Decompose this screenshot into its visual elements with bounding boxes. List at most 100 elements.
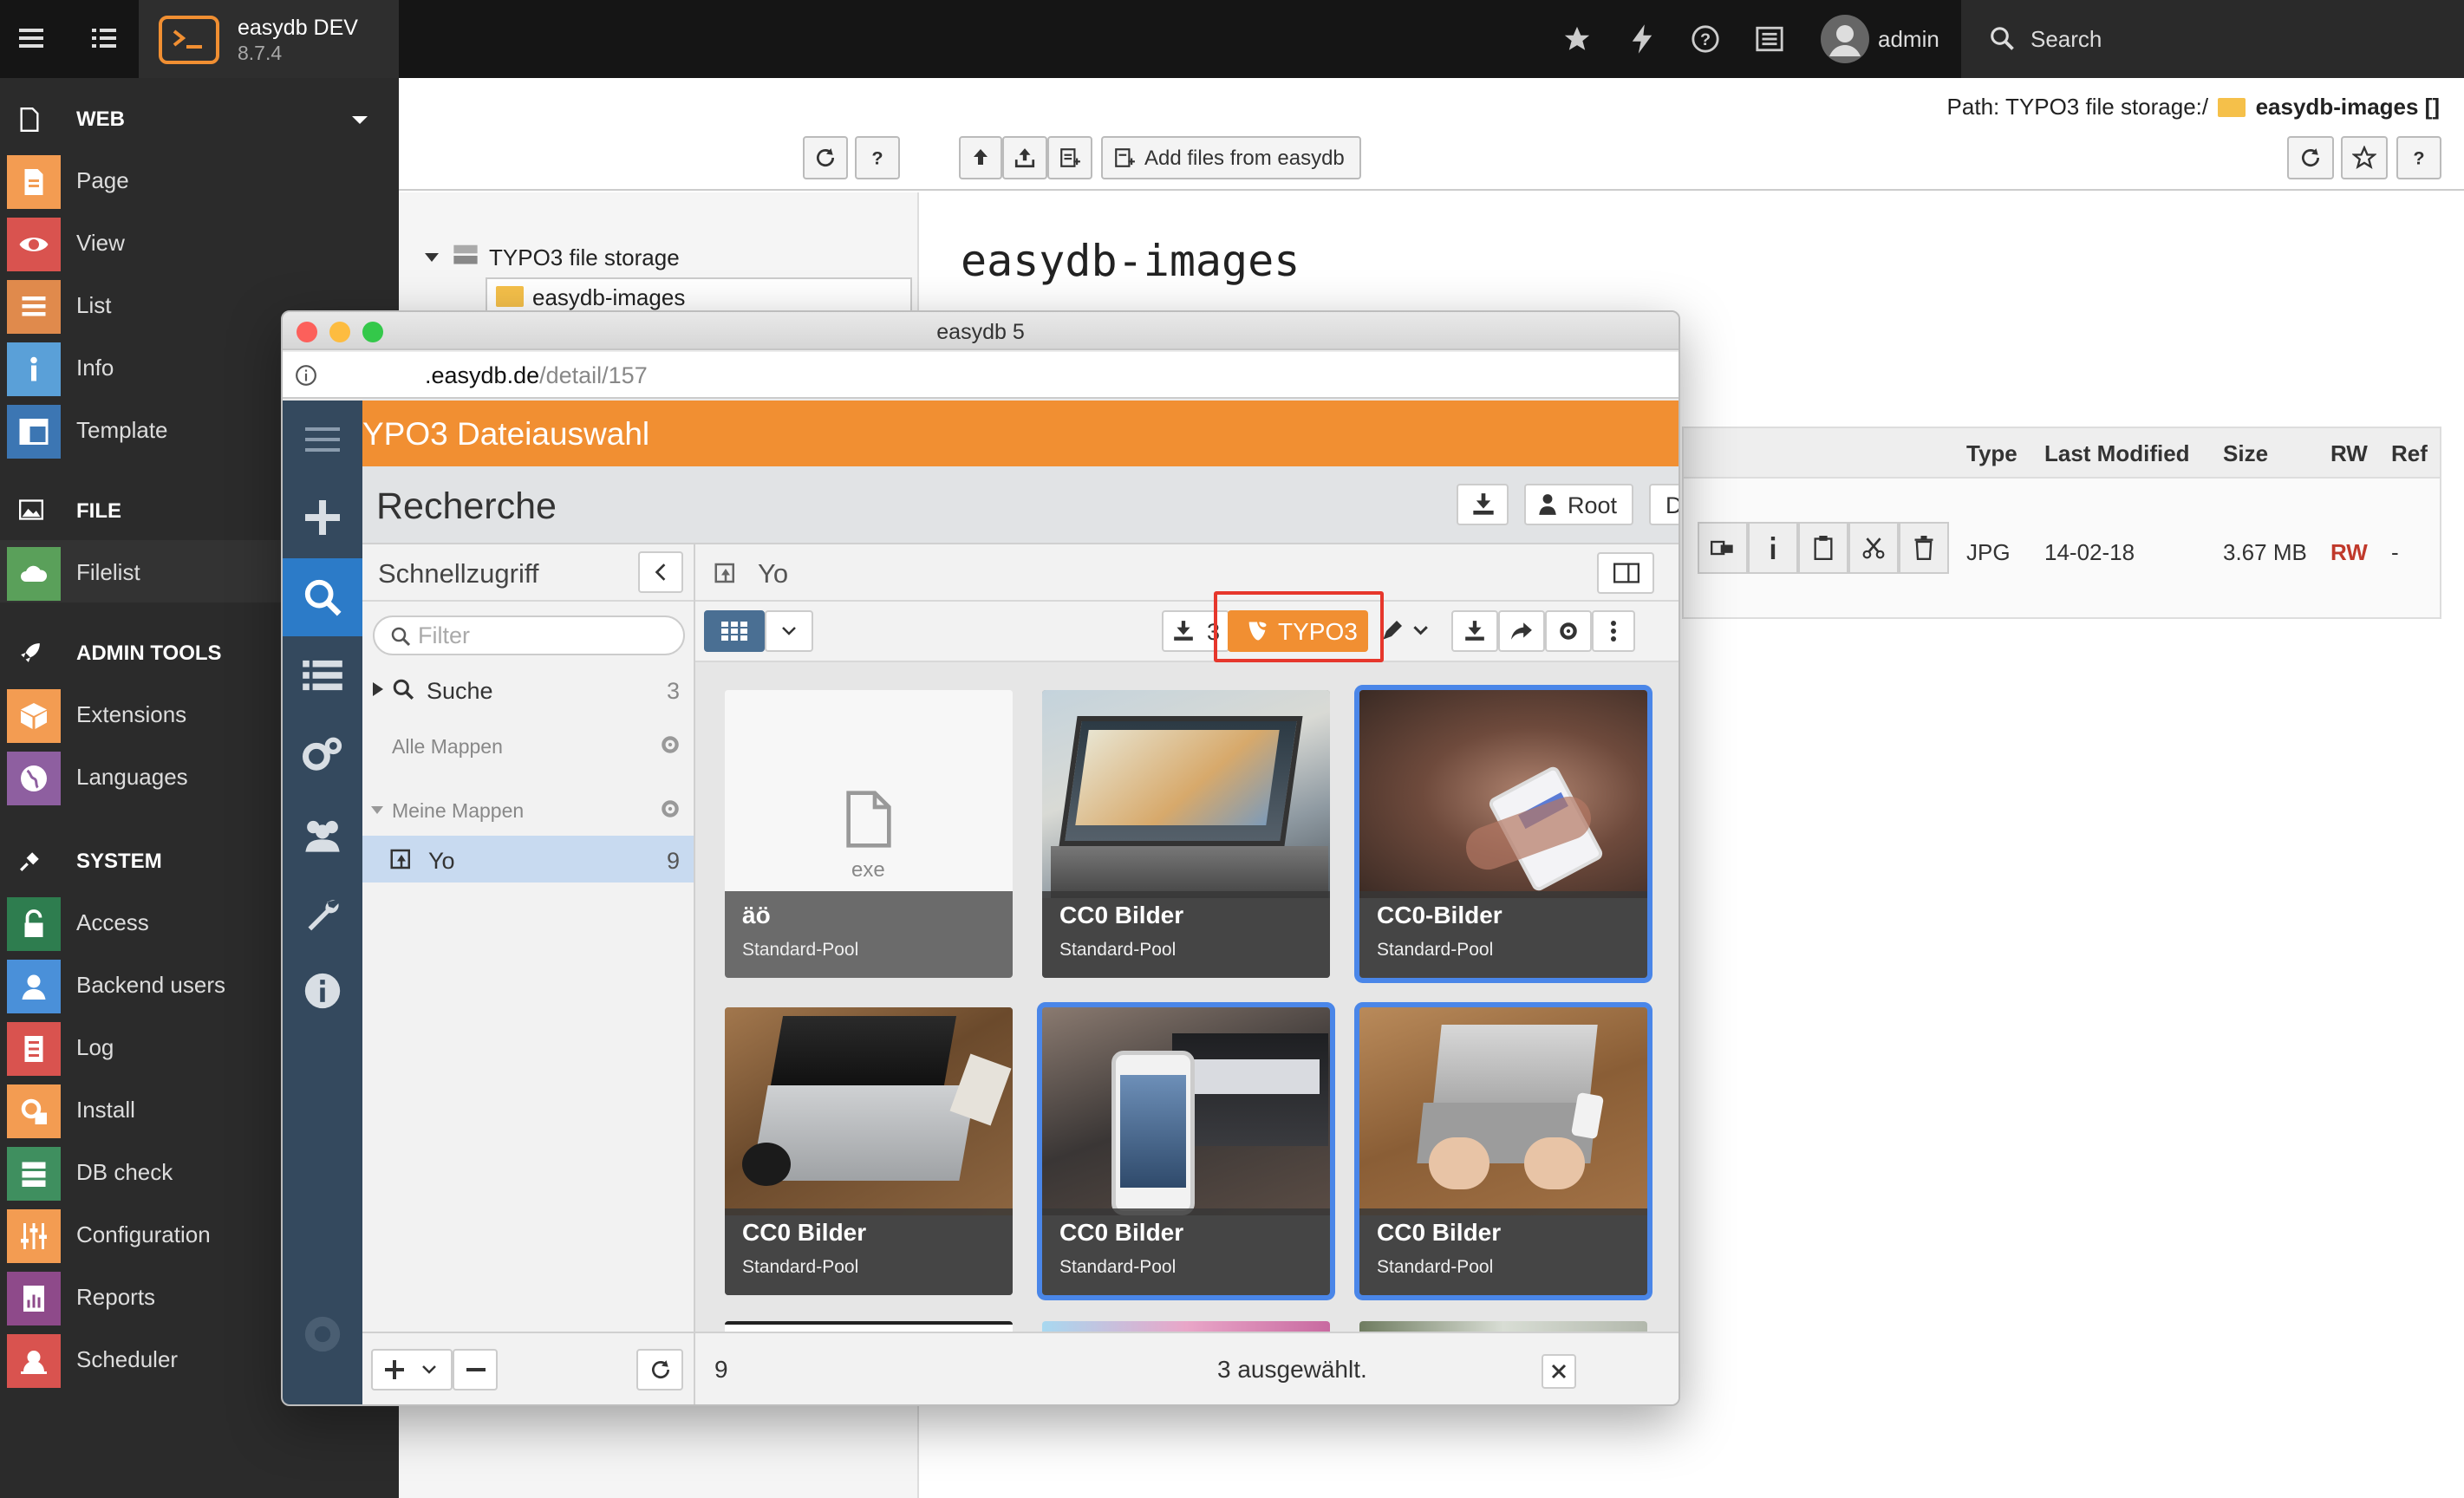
th-last-modified[interactable]: Last Modified — [2044, 440, 2190, 467]
collapse-panel-button[interactable] — [638, 551, 683, 593]
add-files-from-easydb-button[interactable]: Add files from easydb — [1101, 136, 1361, 179]
remove-collection-button[interactable] — [453, 1349, 498, 1391]
refresh-collections-button[interactable] — [636, 1349, 683, 1391]
tree-root-label[interactable]: TYPO3 file storage — [489, 244, 680, 271]
tree-expand-icon[interactable] — [425, 253, 439, 264]
star-icon[interactable] — [1562, 24, 1592, 54]
result-card[interactable]: CC0-Bilder Standard-Pool — [1359, 690, 1647, 978]
box-icon — [7, 689, 61, 743]
my-collections-label[interactable]: Meine Mappen — [392, 799, 524, 823]
info-button[interactable] — [1748, 522, 1798, 574]
help-button[interactable]: ? — [855, 136, 900, 179]
share-button[interactable] — [1498, 610, 1545, 652]
rocket-icon — [19, 642, 42, 664]
refresh-icon — [652, 1360, 670, 1379]
filter-input[interactable] — [418, 622, 669, 649]
cut-button[interactable] — [1848, 522, 1899, 574]
th-rw[interactable]: RW — [2330, 440, 2368, 467]
refresh-button[interactable] — [803, 136, 848, 179]
log-icon — [7, 1022, 61, 1076]
result-card-partial[interactable] — [725, 1321, 1013, 1332]
nav-settings-button[interactable] — [283, 716, 362, 794]
filter-field[interactable] — [373, 615, 685, 655]
search-label[interactable]: Search — [2031, 26, 2102, 53]
list-icon[interactable] — [92, 27, 116, 49]
result-card[interactable]: CC0 Bilder Standard-Pool — [725, 1007, 1013, 1295]
th-type[interactable]: Type — [1966, 440, 2017, 467]
gear-icon[interactable] — [659, 733, 681, 756]
view-options-button[interactable] — [765, 610, 813, 652]
new-document-icon — [1060, 148, 1080, 167]
minus-icon — [466, 1368, 486, 1371]
url-bar[interactable]: .easydb.de/detail/157 — [283, 352, 1679, 399]
nav-tools-button[interactable] — [283, 876, 362, 954]
nav-add-button[interactable] — [283, 479, 362, 557]
level-up-button[interactable] — [959, 136, 1002, 179]
file-placeholder: exe — [725, 690, 1013, 898]
image-icon — [19, 499, 43, 520]
settings-button[interactable] — [1545, 610, 1592, 652]
export-selected-button[interactable] — [1451, 610, 1498, 652]
gear-icon[interactable] — [659, 798, 681, 820]
cell-ref[interactable]: - — [2391, 539, 2399, 566]
collection-item-yo[interactable]: Yo 9 — [362, 836, 694, 883]
result-card[interactable]: CC0 Bilder Standard-Pool — [1359, 1007, 1647, 1295]
top-bar: easydb DEV 8.7.4 ? admin Search — [0, 0, 2464, 78]
help-icon[interactable]: ? — [1691, 24, 1720, 54]
quick-item-search[interactable]: Suche 3 — [362, 666, 694, 713]
app-version: 8.7.4 — [238, 42, 283, 64]
nav-list-button[interactable] — [283, 636, 362, 714]
clipboard-icon — [1814, 536, 1833, 560]
toggle-detail-panel-button[interactable] — [1597, 552, 1654, 594]
star-outline-icon — [2352, 146, 2376, 170]
results-panel: Yo 3 TYPO3 exe äö Standard-Pool CC0 Bild… — [695, 544, 1679, 1404]
module-page[interactable]: Page — [0, 148, 399, 211]
clipboard-button[interactable] — [1798, 522, 1848, 574]
flash-icon[interactable] — [1630, 24, 1654, 54]
replace-button[interactable] — [1698, 522, 1748, 574]
grid-view-button[interactable] — [704, 610, 765, 652]
site-info-icon[interactable] — [295, 364, 317, 387]
plus-icon — [305, 500, 340, 535]
add-collection-button[interactable] — [371, 1349, 453, 1391]
th-size[interactable]: Size — [2223, 440, 2268, 467]
result-card[interactable]: exe äö Standard-Pool — [725, 690, 1013, 978]
help-button-right[interactable]: ? — [2396, 136, 2441, 179]
group-icon — [305, 820, 340, 852]
language-button[interactable]: DE — [1649, 484, 1679, 525]
new-document-icon — [1115, 148, 1135, 167]
menu-icon[interactable] — [19, 27, 43, 49]
caret-down-icon[interactable] — [371, 806, 383, 815]
nav-users-button[interactable] — [283, 796, 362, 874]
window-titlebar[interactable]: easydb 5 — [283, 312, 1679, 350]
nav-search-button[interactable] — [283, 558, 362, 636]
result-card-partial[interactable] — [1359, 1321, 1647, 1332]
root-button[interactable]: Root — [1524, 484, 1633, 525]
more-options-button[interactable] — [1592, 610, 1635, 652]
user-name[interactable]: admin — [1878, 26, 1939, 53]
upload-button[interactable] — [1002, 136, 1047, 179]
bookmark-button[interactable] — [2341, 136, 2388, 179]
delete-button[interactable] — [1899, 522, 1949, 574]
easydb-logo — [283, 1295, 362, 1373]
result-card[interactable]: CC0 Bilder Standard-Pool — [1042, 690, 1330, 978]
user-icon[interactable] — [1821, 15, 1869, 63]
clear-selection-button[interactable] — [1542, 1354, 1576, 1389]
news-icon[interactable] — [1755, 24, 1784, 54]
result-card[interactable]: CC0 Bilder Standard-Pool — [1042, 1007, 1330, 1295]
result-card-partial[interactable] — [1042, 1321, 1330, 1332]
module-view[interactable]: View — [0, 211, 399, 273]
export-button[interactable] — [1457, 484, 1509, 525]
search-icon[interactable] — [1989, 25, 2015, 51]
storage-icon — [451, 243, 480, 269]
document-icon — [846, 791, 891, 848]
module-group-web[interactable]: WEB — [0, 87, 399, 149]
nav-menu-button[interactable] — [283, 401, 362, 479]
th-ref[interactable]: Ref — [2391, 440, 2428, 467]
all-collections-label[interactable]: Alle Mappen — [392, 735, 503, 759]
new-file-button[interactable] — [1047, 136, 1092, 179]
template-icon — [7, 405, 61, 459]
search-icon — [391, 627, 411, 647]
nav-info-button[interactable] — [283, 952, 362, 1030]
reload-button[interactable] — [2287, 136, 2334, 179]
